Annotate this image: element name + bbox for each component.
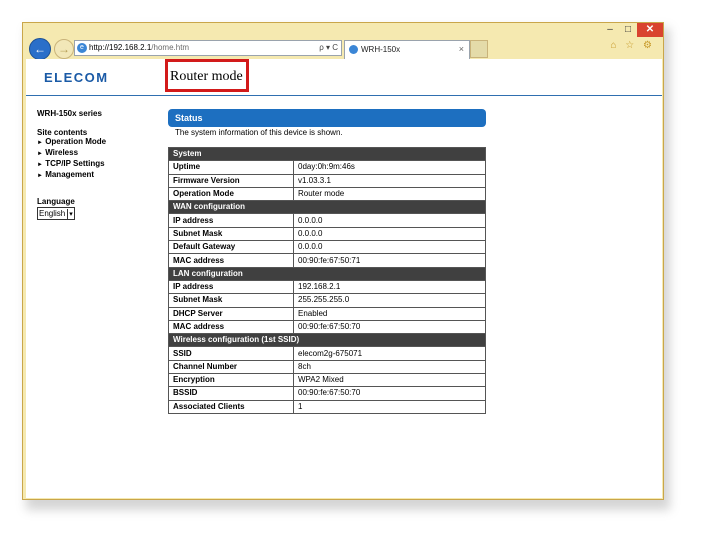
status-heading: Status bbox=[168, 109, 486, 127]
back-button[interactable]: ← bbox=[29, 38, 51, 60]
section-header: WAN configuration bbox=[168, 200, 486, 215]
new-tab-button[interactable] bbox=[470, 40, 488, 58]
site-contents-heading: Site contents bbox=[37, 128, 88, 137]
browser-window: – □ ✕ ← → e http://192.168.2.1/home.htm … bbox=[22, 22, 664, 500]
table-row: MAC address 00:90:fe:67:50:70 bbox=[168, 319, 486, 335]
table-row: SSID elecom2g-675071 bbox=[168, 346, 486, 361]
table-row: BSSID 00:90:fe:67:50:70 bbox=[168, 386, 486, 401]
maximize-button[interactable]: □ bbox=[619, 23, 637, 37]
minimize-button[interactable]: – bbox=[601, 23, 619, 37]
table-row: Operation Mode Router mode bbox=[168, 186, 486, 202]
device-series: WRH-150x series bbox=[37, 109, 102, 118]
page-header: ELECOM Router mode bbox=[26, 59, 662, 96]
tab-close-icon[interactable]: × bbox=[459, 41, 464, 58]
table-row: DHCP Server Enabled bbox=[168, 306, 486, 321]
sidebar-item-wireless[interactable]: ► Wireless bbox=[37, 148, 147, 159]
tab-ie-icon bbox=[349, 45, 358, 54]
section-header: System bbox=[168, 146, 486, 162]
section-header: LAN configuration bbox=[168, 266, 486, 281]
address-bar[interactable]: e http://192.168.2.1/home.htm ρ ▾ C bbox=[74, 40, 342, 56]
table-row: IP address 0.0.0.0 bbox=[168, 213, 486, 228]
status-table: System Uptime 0day:0h:9m:46s Firmware Ver… bbox=[168, 146, 486, 414]
address-path: /home.htm bbox=[151, 43, 190, 52]
language-label: Language bbox=[37, 197, 75, 206]
sidebar-item-tcpip-settings[interactable]: ► TCP/IP Settings bbox=[37, 159, 147, 170]
mode-label: Router mode bbox=[170, 69, 243, 84]
table-row: Firmware Version v1.03.3.1 bbox=[168, 173, 486, 188]
table-row: Default Gateway 0.0.0.0 bbox=[168, 240, 486, 255]
sidebar: WRH-150x series Site contents ► Operatio… bbox=[37, 109, 147, 220]
table-row: IP address 192.168.2.1 bbox=[168, 279, 486, 295]
page-content: ELECOM Router mode WRH-150x series Site … bbox=[26, 59, 662, 498]
title-bar: – □ ✕ bbox=[23, 23, 663, 37]
section-header: Wireless configuration (1st SSID) bbox=[168, 333, 486, 348]
home-favorites-settings-icons[interactable]: ⌂ ☆ ⚙ bbox=[610, 40, 655, 51]
table-row: Channel Number 8ch bbox=[168, 359, 486, 375]
close-button[interactable]: ✕ bbox=[637, 23, 663, 37]
table-row: Subnet Mask 255.255.255.0 bbox=[168, 293, 486, 308]
ie-page-icon: e bbox=[77, 43, 87, 53]
tab-wrh-150x[interactable]: WRH-150x × bbox=[344, 40, 470, 59]
table-row: MAC address 00:90:fe:67:50:71 bbox=[168, 253, 486, 268]
tab-title: WRH-150x bbox=[361, 45, 401, 54]
chevron-down-icon: ▾ bbox=[67, 209, 73, 220]
address-tools-icons[interactable]: ρ ▾ C bbox=[319, 41, 338, 55]
sidebar-item-management[interactable]: ► Management bbox=[37, 170, 147, 181]
table-row: Subnet Mask 0.0.0.0 bbox=[168, 226, 486, 242]
elecom-logo: ELECOM bbox=[44, 70, 109, 85]
table-row: Encryption WPA2 Mixed bbox=[168, 373, 486, 388]
table-row: Uptime 0day:0h:9m:46s bbox=[168, 160, 486, 175]
sidebar-item-operation-mode[interactable]: ► Operation Mode bbox=[37, 137, 147, 148]
forward-button[interactable]: → bbox=[54, 39, 74, 59]
table-row: Associated Clients 1 bbox=[168, 399, 486, 414]
language-select[interactable]: English ▾ bbox=[37, 207, 75, 220]
address-host: http://192.168.2.1 bbox=[89, 43, 152, 52]
status-description: The system information of this device is… bbox=[175, 128, 343, 137]
mode-highlight-box: Router mode bbox=[165, 59, 249, 92]
navigation-bar: ← → e http://192.168.2.1/home.htm ρ ▾ C … bbox=[23, 37, 663, 60]
